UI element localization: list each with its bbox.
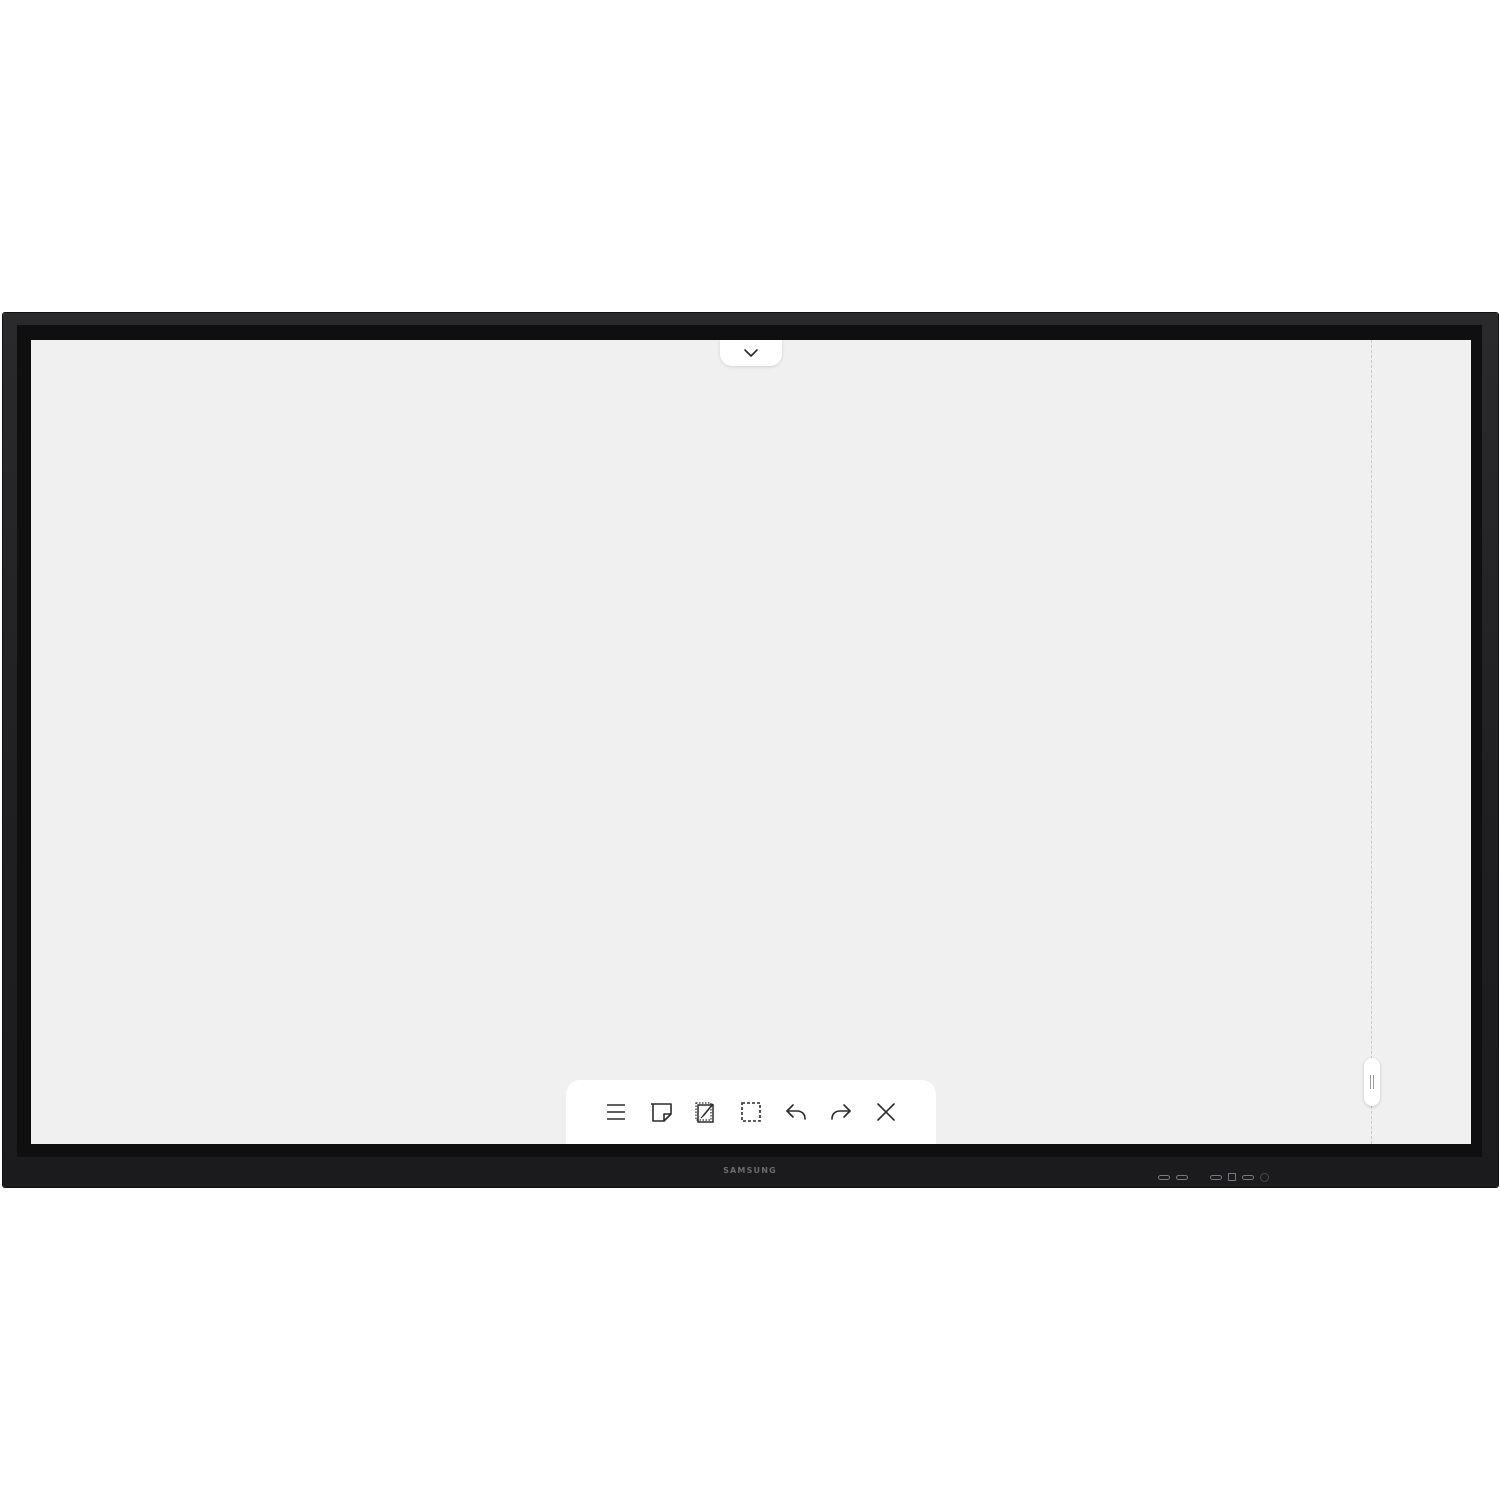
undo-button[interactable]: [778, 1094, 814, 1130]
dashed-selection-icon: [741, 1102, 761, 1122]
edit-page-button[interactable]: [688, 1094, 724, 1130]
close-icon: [877, 1103, 895, 1121]
close-button[interactable]: [868, 1094, 904, 1130]
side-panel-handle[interactable]: [1364, 1058, 1380, 1106]
touch-port: [1228, 1173, 1236, 1181]
edit-page-icon: [695, 1102, 714, 1123]
power-sensor: [1260, 1172, 1269, 1182]
usb-port: [1158, 1174, 1170, 1180]
bottom-toolbar: [566, 1080, 936, 1144]
top-pull-down-tab[interactable]: [720, 340, 782, 366]
product-photo: SAMSUNG: [0, 0, 1500, 1500]
page-boundary-line: [1371, 340, 1372, 1144]
whiteboard-canvas[interactable]: [31, 340, 1471, 1144]
usb-c-port: [1242, 1174, 1254, 1180]
menu-button[interactable]: [598, 1094, 634, 1130]
redo-button[interactable]: [823, 1094, 859, 1130]
hdmi-port: [1210, 1174, 1222, 1180]
select-button[interactable]: [733, 1094, 769, 1130]
sticky-note-button[interactable]: [643, 1094, 679, 1130]
drag-handle-icon: [1370, 1075, 1374, 1089]
usb-port: [1176, 1174, 1188, 1180]
brand-logo-text: SAMSUNG: [723, 1166, 777, 1175]
sticky-note-icon: [651, 1103, 672, 1122]
undo-icon: [786, 1104, 806, 1120]
front-ports: [1158, 1170, 1269, 1184]
hamburger-menu-icon: [607, 1104, 625, 1120]
redo-icon: [831, 1104, 851, 1120]
chevron-down-icon: [744, 349, 758, 357]
